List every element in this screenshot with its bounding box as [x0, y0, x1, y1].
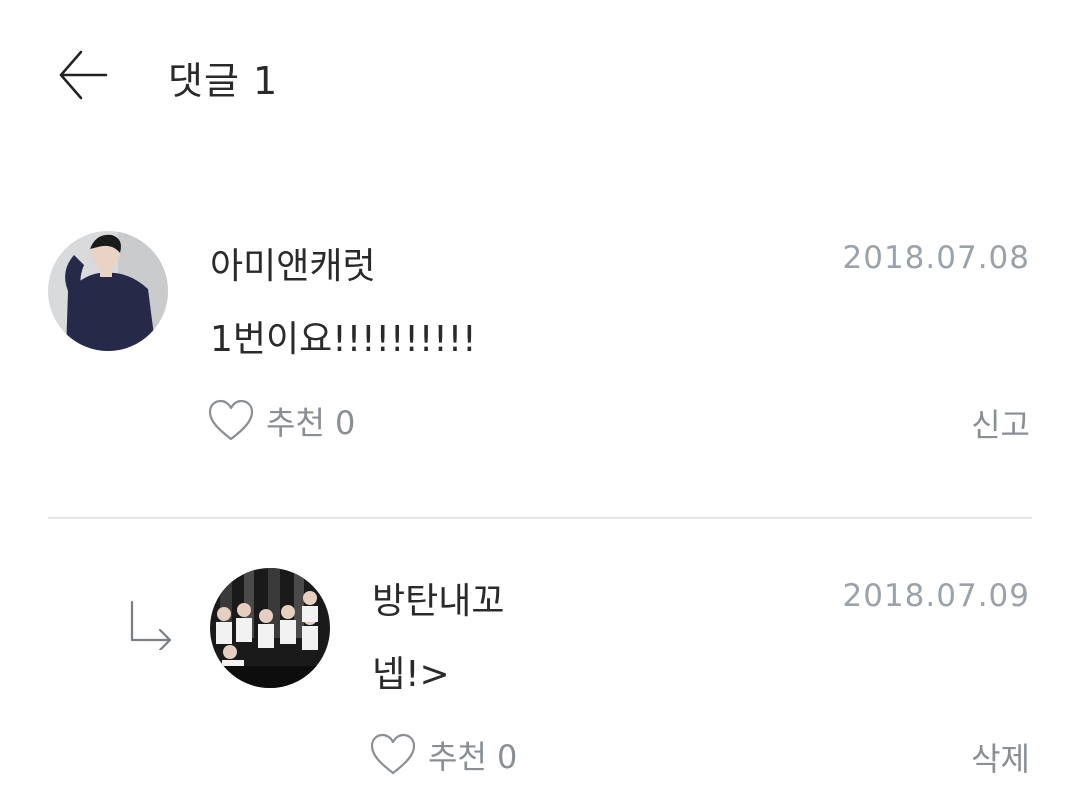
delete-button[interactable]: 삭제 [971, 734, 1030, 780]
like-count-label: 추천 0 [428, 738, 518, 776]
comment-item: 아미앤캐럿 2018.07.08 1번이요!!!!!!!!!! 추천 0 신고 [0, 0, 1080, 510]
comment-username: 아미앤캐럿 [210, 246, 376, 287]
like-button[interactable]: 추천 0 [370, 732, 517, 778]
like-button[interactable]: 추천 0 [208, 398, 355, 444]
reply-date: 2018.07.09 [842, 578, 1030, 614]
heart-icon [370, 733, 416, 775]
divider [48, 517, 1032, 519]
reply-username: 방탄내꼬 [372, 581, 505, 622]
avatar-image [210, 568, 330, 688]
avatar[interactable] [48, 231, 168, 351]
avatar-image [48, 231, 168, 351]
report-button[interactable]: 신고 [971, 400, 1030, 446]
comment-date: 2018.07.08 [842, 240, 1030, 276]
heart-icon [208, 399, 254, 441]
avatar[interactable] [210, 568, 330, 688]
reply-text: 넵!> [372, 654, 450, 695]
reply-item [0, 520, 1080, 810]
reply-arrow-icon [126, 600, 174, 654]
comment-text: 1번이요!!!!!!!!!! [210, 319, 477, 360]
like-count-label: 추천 0 [266, 404, 356, 442]
